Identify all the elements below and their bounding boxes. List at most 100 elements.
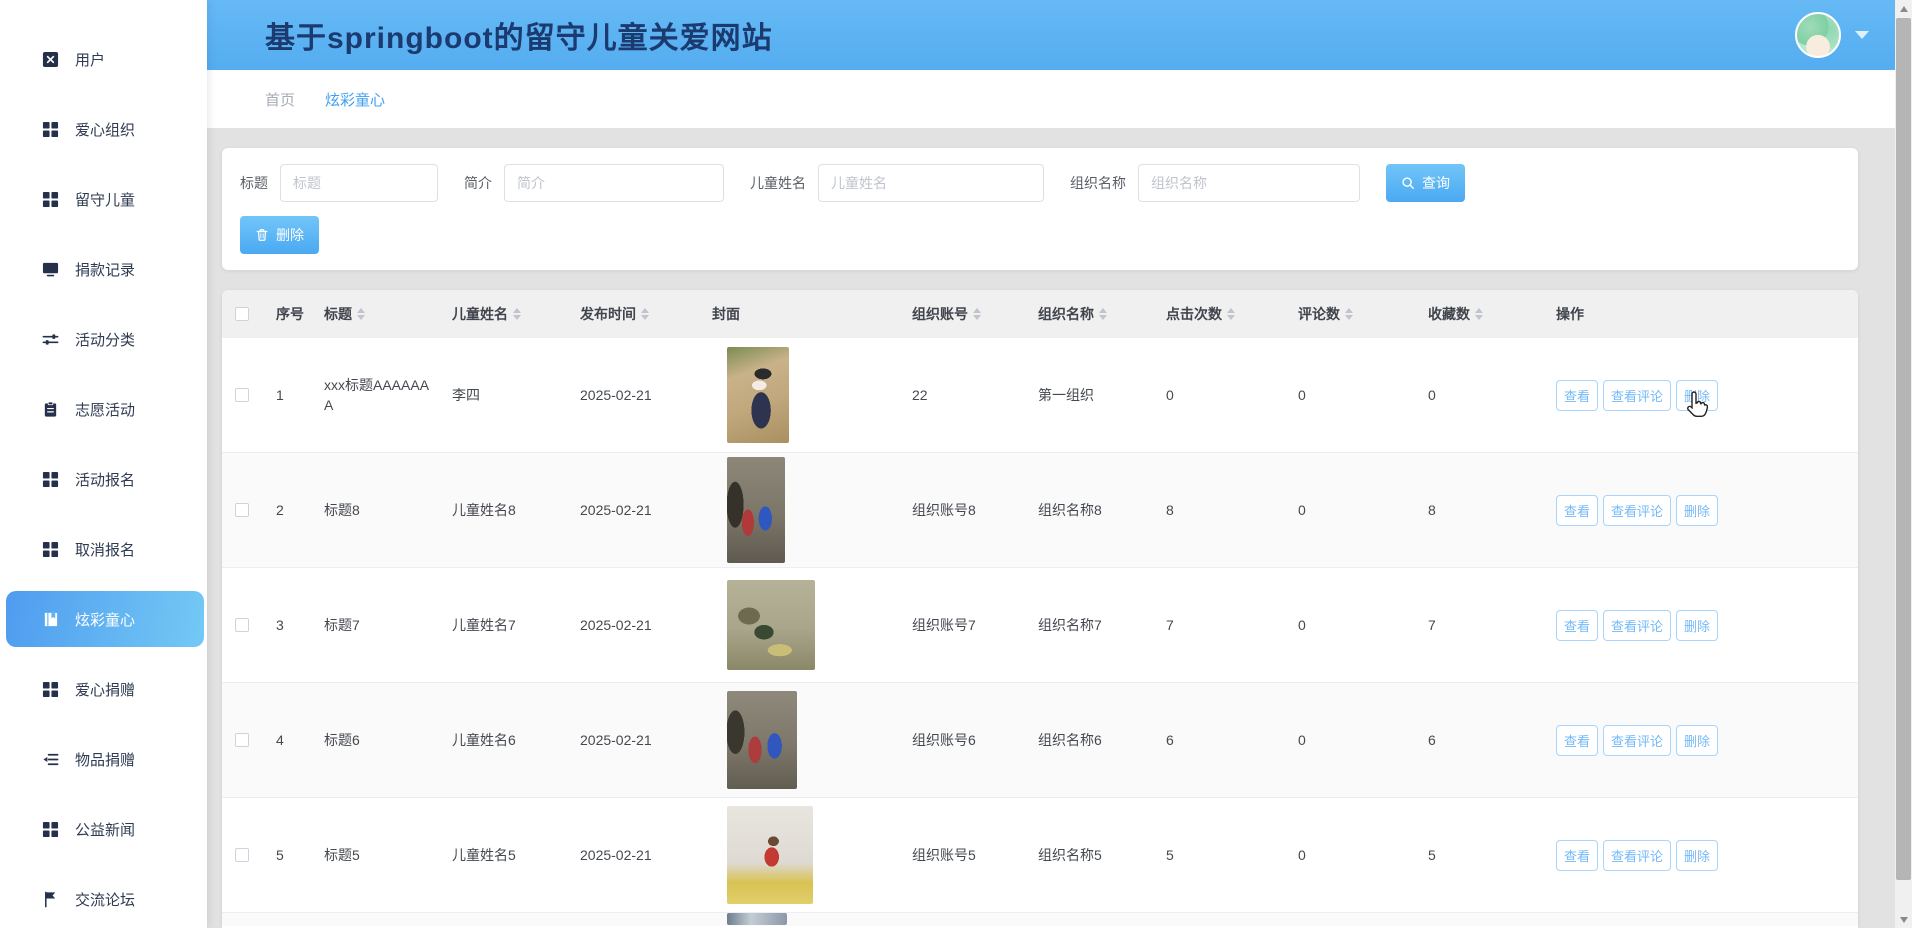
sidebar-item[interactable]: 公益新闻	[0, 794, 207, 864]
filter-label: 组织名称	[1070, 173, 1126, 193]
sort-icon[interactable]	[641, 308, 649, 320]
column-header[interactable]: 发布时间	[566, 290, 698, 338]
select-all-checkbox[interactable]	[235, 307, 249, 321]
delete-row-button[interactable]: 删除	[1676, 380, 1718, 411]
content-area: 标题 简介 儿童姓名 组织名称 查询 删除	[207, 128, 1895, 928]
clipboard-icon	[42, 401, 59, 418]
sidebar-item[interactable]: 物品捐赠	[0, 724, 207, 794]
sidebar-item[interactable]: 志愿活动	[0, 374, 207, 444]
filter-input[interactable]	[504, 164, 724, 202]
column-header[interactable]: 组织账号	[898, 290, 1024, 338]
view-comments-button[interactable]: 查看评论	[1603, 610, 1671, 641]
cell-org-name: 组织名称8	[1024, 453, 1152, 567]
cover-image	[727, 806, 813, 904]
delete-button[interactable]: 删除	[240, 216, 319, 254]
row-checkbox[interactable]	[235, 388, 249, 402]
cell-title: 标题7	[310, 568, 438, 682]
cell-actions: 查看 查看评论 删除	[1542, 568, 1858, 682]
cell-index: 4	[262, 683, 310, 797]
view-comments-button[interactable]: 查看评论	[1603, 840, 1671, 871]
sidebar-item[interactable]: 留守儿童	[0, 164, 207, 234]
sidebar-item[interactable]: 炫彩童心	[6, 591, 204, 647]
sort-icon[interactable]	[973, 308, 981, 320]
search-button[interactable]: 查询	[1386, 164, 1465, 202]
column-header[interactable]: 儿童姓名	[438, 290, 566, 338]
cell-actions: 查看 查看评论 删除	[1542, 338, 1858, 452]
sidebar-item[interactable]: 爱心捐赠	[0, 654, 207, 724]
column-header[interactable]: 收藏数	[1414, 290, 1542, 338]
filter-label: 儿童姓名	[750, 173, 806, 193]
cell-actions: 查看 查看评论 删除	[1542, 798, 1858, 912]
delete-row-button[interactable]: 删除	[1676, 610, 1718, 641]
view-button[interactable]: 查看	[1556, 725, 1598, 756]
delete-row-button[interactable]: 删除	[1676, 495, 1718, 526]
sort-icon[interactable]	[357, 308, 365, 320]
view-button[interactable]: 查看	[1556, 380, 1598, 411]
grid-icon	[42, 821, 59, 838]
cell-org-name: 组织名称6	[1024, 683, 1152, 797]
cell-publish-date: 2025-02-21	[566, 453, 698, 567]
scrollbar-up-arrow[interactable]	[1895, 0, 1912, 17]
cell-clicks: 8	[1152, 453, 1284, 567]
sidebar-item[interactable]: 活动分类	[0, 304, 207, 374]
column-header[interactable]: 组织名称	[1024, 290, 1152, 338]
row-checkbox[interactable]	[235, 848, 249, 862]
column-header[interactable]: 标题	[310, 290, 438, 338]
cell-child-name: 儿童姓名7	[438, 568, 566, 682]
cell-org-account: 组织账号7	[898, 568, 1024, 682]
filter-input[interactable]	[1138, 164, 1360, 202]
sidebar-item-label: 取消报名	[75, 539, 135, 560]
filter-input[interactable]	[818, 164, 1044, 202]
sidebar-item[interactable]: 活动报名	[0, 444, 207, 514]
row-checkbox[interactable]	[235, 733, 249, 747]
sort-icon[interactable]	[1475, 308, 1483, 320]
list-icon	[42, 751, 59, 768]
cell-org-account: 组织账号5	[898, 798, 1024, 912]
cover-image	[727, 691, 797, 789]
chevron-down-icon[interactable]	[1855, 31, 1869, 39]
page-title: 基于springboot的留守儿童关爱网站	[265, 13, 773, 57]
cell-child-name: 李四	[438, 338, 566, 452]
breadcrumb-home[interactable]: 首页	[265, 89, 295, 110]
sliders-icon	[42, 331, 59, 348]
column-header[interactable]: 评论数	[1284, 290, 1414, 338]
header-bar: 基于springboot的留守儿童关爱网站	[207, 0, 1895, 70]
grid-icon	[42, 191, 59, 208]
sort-icon[interactable]	[513, 308, 521, 320]
sidebar-item[interactable]: 爱心组织	[0, 94, 207, 164]
filter-input[interactable]	[280, 164, 438, 202]
sidebar-item[interactable]: 捐款记录	[0, 234, 207, 304]
view-comments-button[interactable]: 查看评论	[1603, 380, 1671, 411]
row-checkbox[interactable]	[235, 618, 249, 632]
cell-actions: 查看 查看评论 删除	[1542, 683, 1858, 797]
sidebar-item-label: 爱心组织	[75, 119, 135, 140]
view-comments-button[interactable]: 查看评论	[1603, 725, 1671, 756]
sort-icon[interactable]	[1099, 308, 1107, 320]
column-header: 序号	[262, 290, 310, 338]
cell-clicks: 6	[1152, 683, 1284, 797]
delete-row-button[interactable]: 删除	[1676, 725, 1718, 756]
header-checkbox-cell	[222, 290, 262, 338]
view-button[interactable]: 查看	[1556, 495, 1598, 526]
sidebar-item-label: 公益新闻	[75, 819, 135, 840]
delete-row-button[interactable]: 删除	[1676, 840, 1718, 871]
scrollbar-thumb[interactable]	[1896, 18, 1911, 880]
filter-field: 组织名称	[1070, 164, 1360, 202]
sidebar-item[interactable]: 用户	[0, 24, 207, 94]
table-row: 2 标题8 儿童姓名8 2025-02-21 组织账号8 组织名称8 8 0 8…	[222, 453, 1858, 568]
scrollbar-down-arrow[interactable]	[1895, 911, 1912, 928]
monitor-icon	[42, 261, 59, 278]
user-avatar[interactable]	[1795, 12, 1841, 58]
view-button[interactable]: 查看	[1556, 610, 1598, 641]
cell-clicks: 5	[1152, 798, 1284, 912]
cover-image	[727, 457, 785, 563]
view-button[interactable]: 查看	[1556, 840, 1598, 871]
view-comments-button[interactable]: 查看评论	[1603, 495, 1671, 526]
sidebar-item[interactable]: 取消报名	[0, 514, 207, 584]
sort-icon[interactable]	[1345, 308, 1353, 320]
row-checkbox[interactable]	[235, 503, 249, 517]
sort-icon[interactable]	[1227, 308, 1235, 320]
sidebar-item[interactable]: 交流论坛	[0, 864, 207, 928]
column-header[interactable]: 点击次数	[1152, 290, 1284, 338]
table-header-row: 序号 标题 儿童姓名 发布时间 封面 组织账号 组织名称 点击次数 评论数 收藏…	[222, 290, 1858, 338]
